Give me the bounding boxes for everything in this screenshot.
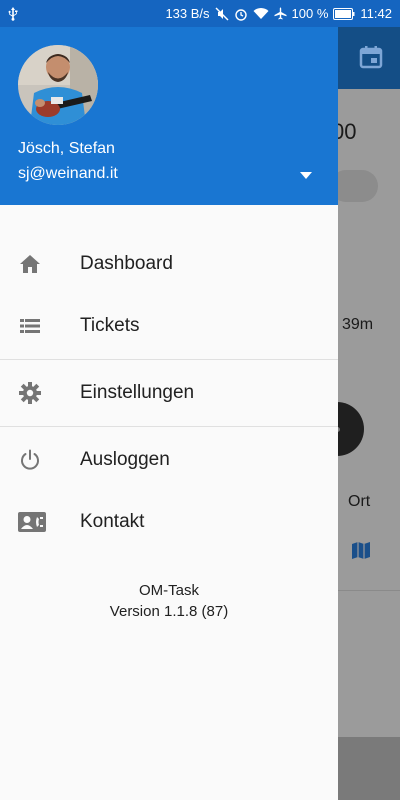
menu-label-tickets: Tickets — [80, 315, 140, 336]
status-left — [8, 6, 18, 21]
list-icon — [0, 317, 80, 335]
caret-down-icon — [300, 166, 312, 184]
battery-icon — [333, 7, 355, 20]
power-icon — [0, 448, 80, 472]
menu-item-contact[interactable]: Kontakt — [0, 491, 338, 553]
wifi-icon — [253, 7, 269, 20]
background-divider — [338, 590, 400, 591]
usb-icon — [8, 6, 18, 21]
menu-label-logout: Ausloggen — [80, 449, 170, 470]
drawer-menu: Dashboard Tickets Einstellungen Auslogge… — [0, 205, 338, 553]
alarm-icon — [234, 7, 248, 21]
contact-card-icon — [0, 511, 80, 533]
user-email: sj@weinand.it — [18, 165, 118, 182]
home-icon — [0, 253, 80, 275]
menu-item-tickets[interactable]: Tickets — [0, 295, 338, 357]
airplane-icon — [274, 7, 287, 20]
app-name: OM-Task — [139, 582, 199, 599]
gear-icon — [0, 381, 80, 405]
background-duration: 39m — [342, 316, 374, 333]
menu-divider — [0, 426, 338, 427]
user-name: Jösch, Stefan — [18, 140, 115, 157]
menu-label-contact: Kontakt — [80, 511, 145, 532]
status-bar: 133 B/s 100 % 11:42 — [0, 0, 400, 27]
avatar[interactable] — [18, 45, 98, 125]
navigation-drawer: Jösch, Stefan sj@weinand.it Dashboard Ti… — [0, 27, 338, 800]
map-icon[interactable] — [350, 539, 372, 561]
drawer-header: Jösch, Stefan sj@weinand.it — [0, 27, 338, 205]
battery-percent: 100 % — [291, 6, 329, 21]
app-version: Version 1.1.8 (87) — [109, 603, 229, 620]
background-ort-label: Ort — [348, 493, 371, 510]
menu-item-dashboard[interactable]: Dashboard — [0, 233, 338, 295]
status-right: 133 B/s 100 % 11:42 — [165, 6, 392, 21]
clock: 11:42 — [360, 6, 392, 21]
account-dropdown-toggle[interactable] — [296, 167, 316, 183]
mute-icon — [215, 7, 229, 21]
net-speed: 133 B/s — [165, 6, 210, 21]
menu-divider — [0, 359, 338, 360]
app-info: OM-Task Version 1.1.8 (87) — [0, 580, 338, 622]
menu-label-dashboard: Dashboard — [80, 253, 173, 274]
menu-item-logout[interactable]: Ausloggen — [0, 429, 338, 491]
menu-item-settings[interactable]: Einstellungen — [0, 362, 338, 424]
calendar-icon[interactable] — [358, 44, 384, 70]
menu-label-settings: Einstellungen — [80, 382, 195, 403]
